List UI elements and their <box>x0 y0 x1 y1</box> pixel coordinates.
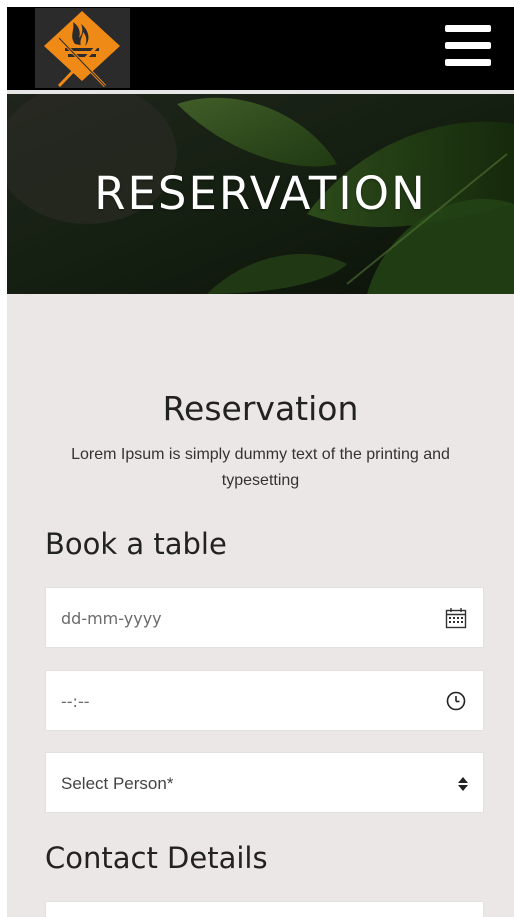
hamburger-menu-icon[interactable] <box>445 25 491 67</box>
hamburger-bar <box>445 42 491 49</box>
brand-logo[interactable] <box>35 8 130 88</box>
date-placeholder: dd-mm-yyyy <box>61 609 162 628</box>
grill-fire-utensils-icon <box>44 11 120 88</box>
time-placeholder: --:-- <box>61 692 90 711</box>
contact-field[interactable] <box>45 901 484 917</box>
time-field[interactable]: --:-- <box>45 670 484 731</box>
hamburger-bar <box>445 59 491 66</box>
clock-icon[interactable] <box>445 690 467 712</box>
reservation-title: Reservation <box>162 389 359 428</box>
reservation-description: Lorem Ipsum is simply dummy text of the … <box>71 446 450 489</box>
sort-arrows-icon <box>458 777 468 791</box>
contact-details-heading: Contact Details <box>45 841 268 875</box>
page-frame: RESERVATION Reservation Lorem Ipsum is s… <box>7 7 514 917</box>
book-table-heading: Book a table <box>45 527 227 561</box>
hero-title: RESERVATION <box>94 167 427 220</box>
person-select-value: Select Person* <box>61 774 174 793</box>
date-field[interactable]: dd-mm-yyyy <box>45 587 484 648</box>
hamburger-bar <box>445 25 491 32</box>
top-nav-bar <box>7 7 514 90</box>
calendar-icon[interactable] <box>445 607 467 629</box>
hero-banner: RESERVATION <box>7 94 514 294</box>
person-select[interactable]: Select Person* <box>45 752 484 813</box>
